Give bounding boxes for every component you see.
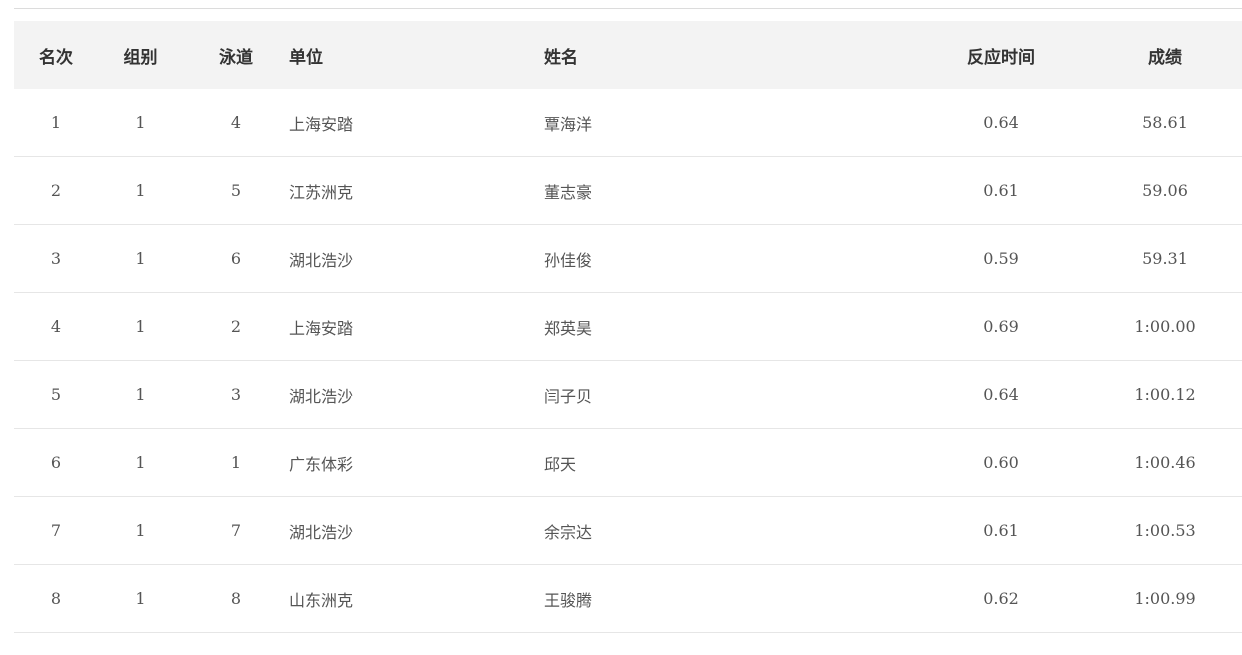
cell-group: 1 [98, 496, 183, 565]
cell-rank: 8 [14, 564, 98, 633]
cell-name: 覃海洋 [544, 89, 914, 157]
cell-name: 孙佳俊 [544, 224, 914, 293]
cell-result: 1:00.46 [1088, 428, 1242, 497]
cell-lane: 1 [183, 428, 289, 497]
cell-name: 闫子贝 [544, 360, 914, 429]
table-header: 名次 组别 泳道 单位 姓名 反应时间 成绩 [14, 21, 1242, 89]
header-group: 组别 [98, 21, 183, 89]
cell-rank: 7 [14, 496, 98, 565]
cell-result: 1:00.12 [1088, 360, 1242, 429]
table-row: 3 1 6 湖北浩沙 孙佳俊 0.59 59.31 [14, 224, 1242, 293]
cell-lane: 5 [183, 156, 289, 225]
cell-reaction-time: 0.69 [914, 292, 1088, 361]
cell-reaction-time: 0.59 [914, 224, 1088, 293]
header-reaction-time: 反应时间 [914, 21, 1088, 89]
cell-lane: 6 [183, 224, 289, 293]
header-result: 成绩 [1088, 21, 1242, 89]
cell-lane: 8 [183, 564, 289, 633]
cell-reaction-time: 0.64 [914, 360, 1088, 429]
cell-result: 58.61 [1088, 89, 1242, 157]
cell-group: 1 [98, 292, 183, 361]
cell-unit: 湖北浩沙 [289, 224, 544, 293]
cell-rank: 5 [14, 360, 98, 429]
cell-unit: 山东洲克 [289, 564, 544, 633]
cell-result: 59.31 [1088, 224, 1242, 293]
table-row: 1 1 4 上海安踏 覃海洋 0.64 58.61 [14, 89, 1242, 157]
cell-group: 1 [98, 156, 183, 225]
cell-reaction-time: 0.61 [914, 156, 1088, 225]
table-row: 6 1 1 广东体彩 邱天 0.60 1:00.46 [14, 428, 1242, 497]
cell-unit: 湖北浩沙 [289, 496, 544, 565]
cell-group: 1 [98, 224, 183, 293]
table-row: 8 1 8 山东洲克 王骏腾 0.62 1:00.99 [14, 564, 1242, 633]
cell-unit: 江苏洲克 [289, 156, 544, 225]
table-body: 1 1 4 上海安踏 覃海洋 0.64 58.61 2 1 5 江苏洲克 董志豪… [14, 89, 1242, 633]
cell-result: 1:00.99 [1088, 564, 1242, 633]
cell-reaction-time: 0.60 [914, 428, 1088, 497]
cell-result: 1:00.53 [1088, 496, 1242, 565]
cell-rank: 6 [14, 428, 98, 497]
cell-lane: 2 [183, 292, 289, 361]
cell-group: 1 [98, 428, 183, 497]
table-row: 7 1 7 湖北浩沙 余宗达 0.61 1:00.53 [14, 496, 1242, 565]
header-row: 名次 组别 泳道 单位 姓名 反应时间 成绩 [14, 21, 1242, 89]
cell-name: 邱天 [544, 428, 914, 497]
cell-rank: 3 [14, 224, 98, 293]
cell-group: 1 [98, 89, 183, 157]
cell-result: 59.06 [1088, 156, 1242, 225]
cell-group: 1 [98, 360, 183, 429]
top-divider [14, 8, 1242, 9]
table-row: 4 1 2 上海安踏 郑英昊 0.69 1:00.00 [14, 292, 1242, 361]
cell-reaction-time: 0.62 [914, 564, 1088, 633]
table-row: 5 1 3 湖北浩沙 闫子贝 0.64 1:00.12 [14, 360, 1242, 429]
cell-rank: 4 [14, 292, 98, 361]
header-name: 姓名 [544, 21, 914, 89]
cell-unit: 上海安踏 [289, 292, 544, 361]
cell-unit: 上海安踏 [289, 89, 544, 157]
cell-result: 1:00.00 [1088, 292, 1242, 361]
cell-lane: 7 [183, 496, 289, 565]
cell-lane: 4 [183, 89, 289, 157]
cell-rank: 1 [14, 89, 98, 157]
cell-name: 郑英昊 [544, 292, 914, 361]
cell-reaction-time: 0.61 [914, 496, 1088, 565]
header-unit: 单位 [289, 21, 544, 89]
header-rank: 名次 [14, 21, 98, 89]
header-lane: 泳道 [183, 21, 289, 89]
cell-unit: 湖北浩沙 [289, 360, 544, 429]
cell-unit: 广东体彩 [289, 428, 544, 497]
cell-lane: 3 [183, 360, 289, 429]
cell-name: 余宗达 [544, 496, 914, 565]
cell-rank: 2 [14, 156, 98, 225]
cell-name: 董志豪 [544, 156, 914, 225]
table-row: 2 1 5 江苏洲克 董志豪 0.61 59.06 [14, 156, 1242, 225]
cell-group: 1 [98, 564, 183, 633]
cell-name: 王骏腾 [544, 564, 914, 633]
results-table: 名次 组别 泳道 单位 姓名 反应时间 成绩 1 1 4 上海安踏 覃海洋 0.… [14, 21, 1242, 633]
cell-reaction-time: 0.64 [914, 89, 1088, 157]
